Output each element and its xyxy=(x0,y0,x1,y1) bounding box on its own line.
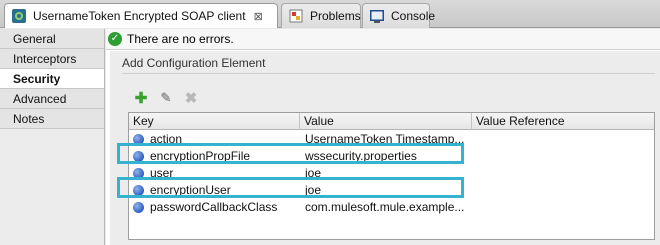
mule-flow-icon xyxy=(12,9,26,23)
tab-soap-client[interactable]: UsernameToken Encrypted SOAP client ⊠ xyxy=(4,3,278,28)
nav-item-notes[interactable]: Notes xyxy=(0,109,104,129)
nav-item-interceptors[interactable]: Interceptors xyxy=(0,49,104,69)
tab-problems[interactable]: Problems xyxy=(281,3,361,28)
highlight-box-encryption-user xyxy=(117,177,464,198)
close-tab-icon[interactable]: ⊠ xyxy=(254,10,263,23)
nav-item-general[interactable]: General xyxy=(0,29,104,49)
properties-table: Key Value Value Reference action Usernam… xyxy=(128,112,655,240)
plus-icon[interactable]: ✚ xyxy=(132,89,150,107)
table-row[interactable]: passwordCallbackClass com.mulesoft.mule.… xyxy=(129,199,654,216)
tab-label: UsernameToken Encrypted SOAP client xyxy=(33,9,246,23)
tab-console[interactable]: Console xyxy=(362,3,435,28)
nav-item-advanced[interactable]: Advanced xyxy=(0,89,104,109)
table-toolbar: ✚ ✎ ✖ xyxy=(132,89,207,107)
main-panel: ✓ There are no errors. Add Configuration… xyxy=(106,29,660,245)
column-header-value[interactable]: Value xyxy=(300,113,472,130)
problems-icon xyxy=(289,9,303,23)
column-header-key[interactable]: Key xyxy=(129,113,300,130)
editor-tab-bar: UsernameToken Encrypted SOAP client ⊠ Pr… xyxy=(0,0,660,28)
status-text: There are no errors. xyxy=(127,32,234,46)
highlight-box-encryption-prop-file xyxy=(117,143,464,164)
row-value: com.mulesoft.mule.example... xyxy=(305,200,465,214)
table-header: Key Value Value Reference xyxy=(129,113,654,130)
status-bar: ✓ There are no errors. xyxy=(106,29,660,50)
row-key: passwordCallbackClass xyxy=(150,200,278,214)
section-divider xyxy=(122,73,655,74)
properties-nav: General Interceptors Security Advanced N… xyxy=(0,29,105,245)
column-header-value-reference[interactable]: Value Reference xyxy=(472,113,654,130)
console-icon xyxy=(370,10,384,23)
tab-label: Console xyxy=(391,9,436,23)
section-title: Add Configuration Element xyxy=(122,56,266,70)
nav-item-security[interactable]: Security xyxy=(0,69,104,89)
property-icon xyxy=(133,202,144,213)
edit-icon[interactable]: ✎ xyxy=(157,89,175,107)
delete-icon[interactable]: ✖ xyxy=(182,89,200,107)
tab-label: Problems xyxy=(310,9,361,23)
check-icon: ✓ xyxy=(108,32,122,46)
